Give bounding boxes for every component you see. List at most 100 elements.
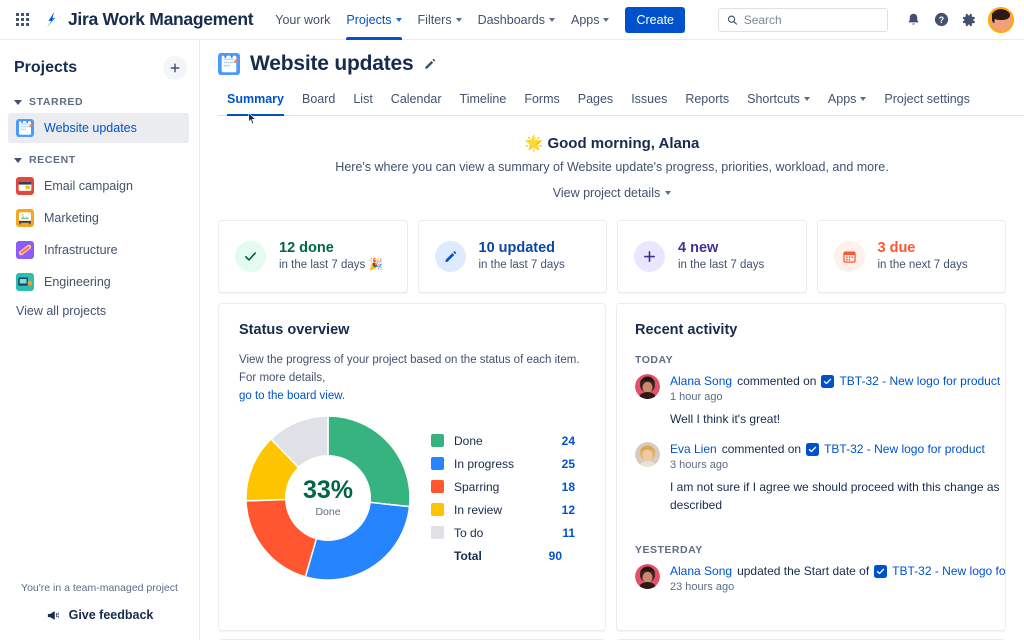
settings-icon[interactable]: [956, 7, 982, 33]
edit-name-icon[interactable]: [423, 57, 437, 71]
sidebar-item-infrastructure[interactable]: Infrastructure: [8, 235, 189, 265]
legend-label: In review: [454, 502, 503, 517]
activity-user[interactable]: Eva Lien: [670, 442, 717, 456]
tab-label: Apps: [827, 92, 857, 106]
activity-timestamp: 23 hours ago: [670, 581, 735, 594]
sidebar-item-label: Infrastructure: [44, 243, 118, 257]
chevron-down-icon: [14, 99, 22, 105]
legend-row[interactable]: In review 12: [431, 498, 575, 521]
view-project-details-link[interactable]: View project details: [553, 186, 672, 200]
main-content: Website updates Summary Board List Calen…: [200, 40, 1024, 640]
greeting-title: 🌟 Good morning, Alana: [200, 134, 1024, 152]
sidebar-item-website-updates[interactable]: Website updates: [8, 113, 189, 143]
primary-nav-items: Your work Projects Filters Dashboards Ap…: [267, 0, 686, 40]
create-button[interactable]: Create: [625, 6, 686, 33]
project-tabs: Summary Board List Calendar Timeline For…: [218, 86, 1024, 125]
sidebar-section-label: STARRED: [29, 96, 84, 108]
sidebar-section-starred[interactable]: STARRED: [0, 86, 199, 112]
tab-label: Board: [301, 92, 336, 106]
status-overview-panel: Status overview View the progress of you…: [218, 303, 606, 631]
stat-card-due[interactable]: 3 due in the next 7 days: [816, 220, 1006, 293]
go-to-board-link[interactable]: go to the board view.: [239, 390, 345, 402]
pencil-icon: [434, 241, 466, 272]
chevron-down-icon: [803, 97, 810, 101]
view-all-projects-link[interactable]: View all projects: [0, 298, 199, 324]
team-managed-note: You're in a team-managed project: [21, 582, 178, 594]
notepad-icon: [218, 53, 240, 75]
nav-item-your-work[interactable]: Your work: [267, 0, 338, 40]
alana-avatar[interactable]: [635, 374, 660, 399]
status-donut-chart[interactable]: 33% Done: [243, 413, 413, 583]
sidebar-item-engineering[interactable]: Engineering: [8, 267, 189, 297]
jira-logo-icon: [46, 11, 56, 28]
tab-summary[interactable]: Summary: [218, 86, 293, 116]
tab-pages[interactable]: Pages: [569, 86, 622, 115]
tab-calendar[interactable]: Calendar: [382, 86, 451, 115]
activity-user[interactable]: Alana Song: [670, 374, 732, 388]
legend-row[interactable]: Done 24: [431, 429, 575, 452]
nav-label: Filters: [417, 12, 452, 27]
activity-comment: I am not sure if I agree we should proce…: [670, 480, 1000, 512]
nav-item-apps[interactable]: Apps: [563, 0, 618, 40]
profile-avatar[interactable]: [988, 6, 1014, 33]
tab-project-settings[interactable]: Project settings: [875, 86, 978, 115]
eva-avatar[interactable]: [635, 442, 660, 468]
stat-card-updated[interactable]: 10 updated in the last 7 days: [417, 220, 607, 293]
task-checkbox-icon: [821, 374, 835, 388]
activity-issue-link[interactable]: TBT-32 - New logo for product: [824, 442, 985, 456]
tab-forms[interactable]: Forms: [515, 86, 568, 115]
activity-issue-link[interactable]: TBT-32 - New logo for product: [839, 374, 1000, 388]
nav-label: Dashboards: [477, 12, 545, 27]
help-icon[interactable]: ?: [928, 7, 954, 33]
status-overview-description-text: View the progress of your project based …: [239, 354, 580, 384]
nav-item-filters[interactable]: Filters: [410, 0, 470, 40]
give-feedback-button[interactable]: Give feedback: [0, 608, 199, 622]
legend-swatch: [431, 457, 444, 471]
legend-row[interactable]: To do 11: [431, 521, 575, 544]
activity-issue-link[interactable]: TBT-32 - New logo for p: [892, 564, 1005, 578]
donut-percent: 33%: [302, 476, 354, 505]
search-box[interactable]: [718, 7, 888, 32]
sidebar-title: Projects: [14, 59, 78, 76]
stat-value: 4 new: [678, 240, 719, 257]
activity-group-label: TODAY: [635, 354, 674, 366]
tab-label: Timeline: [459, 92, 507, 106]
stat-card-new[interactable]: 4 new in the last 7 days: [617, 220, 807, 293]
search-input[interactable]: [743, 12, 879, 27]
give-feedback-label: Give feedback: [68, 608, 154, 622]
tab-apps[interactable]: Apps: [819, 86, 876, 115]
sidebar-section-recent[interactable]: RECENT: [0, 144, 199, 170]
tab-reports[interactable]: Reports: [676, 86, 738, 115]
tab-label: Issues: [631, 92, 668, 106]
activity-user[interactable]: Alana Song: [670, 564, 732, 578]
donut-center-caption: Done: [315, 506, 341, 519]
tab-issues[interactable]: Issues: [622, 86, 676, 115]
sidebar-item-marketing[interactable]: Marketing: [8, 203, 189, 233]
tab-list[interactable]: List: [344, 86, 381, 115]
sidebar-item-email-campaign[interactable]: Email campaign: [8, 171, 189, 201]
stat-card-done[interactable]: 12 done in the last 7 days 🎉: [218, 220, 408, 293]
tab-label: Forms: [524, 92, 560, 106]
alana-avatar[interactable]: [635, 564, 660, 590]
jira-brand-link[interactable]: Jira Work Management: [42, 9, 254, 30]
nav-item-projects[interactable]: Projects: [338, 0, 409, 40]
legend-row[interactable]: Sparring 18: [431, 475, 575, 498]
panel-title-recent-activity: Recent activity: [635, 322, 738, 338]
tab-label: Reports: [685, 92, 730, 106]
legend-total-value: 90: [548, 548, 562, 563]
app-switcher-button[interactable]: [8, 6, 36, 34]
legend-value: 12: [561, 502, 575, 517]
tab-board[interactable]: Board: [293, 86, 344, 115]
legend-row[interactable]: In progress 25: [431, 452, 575, 475]
notifications-icon[interactable]: [900, 7, 926, 33]
tab-shortcuts[interactable]: Shortcuts: [738, 86, 819, 115]
nav-item-dashboards[interactable]: Dashboards: [470, 0, 563, 40]
nav-label: Your work: [275, 12, 331, 27]
legend-value: 11: [562, 525, 575, 540]
tab-timeline[interactable]: Timeline: [451, 86, 516, 115]
create-project-button[interactable]: [163, 56, 187, 80]
sidebar-item-label: Engineering: [44, 275, 111, 289]
sidebar-section-label: RECENT: [29, 154, 76, 166]
activity-spacer: [635, 518, 1005, 528]
stat-subtitle: in the last 7 days 🎉: [279, 259, 383, 272]
